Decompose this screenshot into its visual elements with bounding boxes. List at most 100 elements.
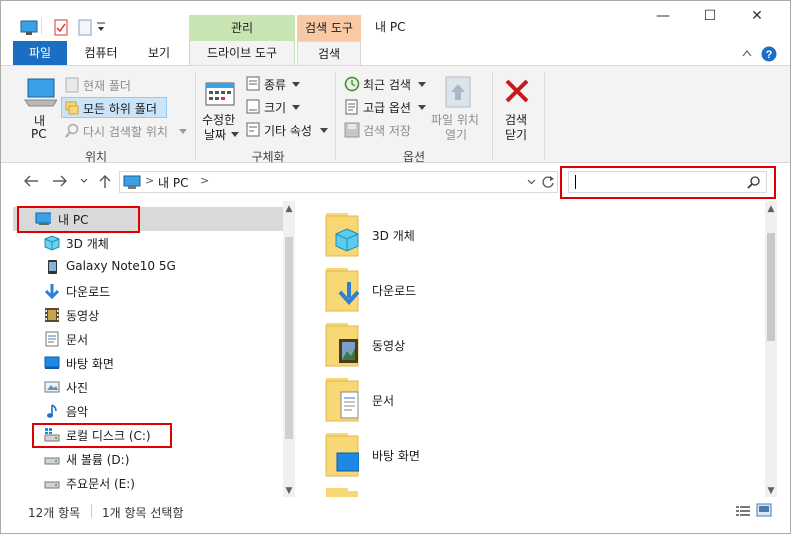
nav-scroll-thumb[interactable]	[285, 237, 293, 439]
content-scrollbar[interactable]: ▲ ▼	[765, 201, 777, 497]
current-folder-button[interactable]: 현재 폴더	[83, 77, 131, 94]
subfolders-icon	[65, 101, 79, 115]
up-arrow-icon[interactable]	[98, 173, 112, 189]
close-search-line2[interactable]: 닫기	[505, 126, 527, 143]
nav-item-galaxy-note10[interactable]: Galaxy Note10 5G	[13, 255, 283, 279]
open-file-location-line2[interactable]: 열기	[445, 126, 467, 143]
music-icon	[47, 404, 57, 418]
address-dropdown-icon[interactable]	[527, 179, 536, 185]
drive-icon	[44, 457, 60, 465]
status-selected-count: 1개 항목 선택함	[102, 506, 184, 520]
nav-label: 새 볼륨 (D:)	[66, 453, 130, 467]
downloads-folder-icon	[325, 268, 359, 312]
back-arrow-icon[interactable]	[23, 174, 39, 188]
group-label-options: 옵션	[402, 150, 426, 164]
recent-searches-dropdown-icon	[418, 82, 426, 87]
folder-item-documents[interactable]: 문서	[301, 376, 601, 426]
refresh-icon[interactable]	[541, 175, 555, 189]
status-bar: 12개 항목 1개 항목 선택함	[1, 498, 790, 524]
folder-item-3d-objects[interactable]: 3D 개체	[301, 211, 601, 261]
window-title: 내 PC	[375, 20, 406, 34]
content-scroll-up-icon[interactable]: ▲	[765, 203, 777, 215]
nav-item-new-volume-d[interactable]: 새 볼륨 (D:)	[13, 447, 283, 471]
advanced-options-dropdown-icon	[418, 105, 426, 110]
group-label-location: 위치	[84, 150, 108, 164]
open-file-location-icon	[445, 76, 471, 108]
current-folder-icon	[65, 77, 79, 93]
download-icon	[44, 284, 60, 299]
size-button[interactable]: 크기	[264, 99, 286, 116]
kind-button[interactable]: 종류	[264, 76, 286, 93]
videos-folder-icon	[325, 323, 359, 367]
large-icons-view-icon[interactable]	[756, 503, 772, 517]
tab-search[interactable]: 검색	[297, 41, 361, 65]
folder-item-downloads[interactable]: 다운로드	[301, 266, 601, 316]
document-icon	[45, 331, 59, 347]
forward-arrow-icon[interactable]	[52, 174, 68, 188]
all-subfolders-button[interactable]: 모든 하위 폴더	[83, 100, 157, 117]
tab-computer[interactable]: 컴퓨터	[73, 41, 129, 65]
date-modified-line2[interactable]: 날짜	[204, 126, 226, 143]
nav-item-3d-objects[interactable]: 3D 개체	[13, 231, 283, 255]
collapse-ribbon-icon[interactable]	[742, 49, 752, 57]
nav-scrollbar[interactable]: ▲ ▼	[283, 201, 295, 497]
nav-item-pictures[interactable]: 사진	[13, 375, 283, 399]
recent-searches-icon	[344, 76, 360, 92]
details-view-icon[interactable]	[735, 504, 751, 518]
properties-icon[interactable]	[54, 19, 68, 36]
desktop-icon	[44, 356, 60, 369]
drive-icon	[44, 481, 60, 489]
video-icon	[45, 308, 59, 322]
help-icon[interactable]: ?	[761, 46, 777, 62]
folder-item-videos[interactable]: 동영상	[301, 321, 601, 371]
calendar-icon[interactable]	[205, 79, 235, 107]
folder-label: 동영상	[372, 339, 406, 353]
3d-objects-folder-icon	[325, 213, 359, 257]
address-bar[interactable]: > 내 PC >	[119, 171, 558, 193]
documents-folder-icon	[325, 378, 359, 422]
folder-item-partial[interactable]	[301, 486, 601, 497]
this-pc-button-line2[interactable]: PC	[31, 127, 47, 141]
save-search-button[interactable]: 검색 저장	[363, 122, 411, 139]
folder-label: 바탕 화면	[372, 449, 420, 463]
recent-searches-button[interactable]: 최근 검색	[363, 76, 411, 93]
nav-item-music[interactable]: 음악	[13, 399, 283, 423]
customize-qat-icon[interactable]	[96, 21, 106, 33]
folder-item-desktop[interactable]: 바탕 화면	[301, 431, 601, 481]
nav-item-desktop[interactable]: 바탕 화면	[13, 351, 283, 375]
qat-separator	[41, 17, 42, 35]
other-properties-button[interactable]: 기타 속성	[264, 122, 312, 139]
close-search-icon[interactable]	[504, 78, 530, 104]
nav-item-downloads[interactable]: 다운로드	[13, 279, 283, 303]
address-trailing-separator[interactable]: >	[200, 174, 209, 187]
search-again-in-button[interactable]: 다시 검색할 위치	[83, 123, 168, 140]
content-pane: 3D 개체 다운로드 동영상 문서 바탕 화면	[301, 201, 779, 497]
content-scroll-down-icon[interactable]: ▼	[765, 485, 777, 497]
content-scroll-thumb[interactable]	[767, 233, 775, 341]
ribbon: 내 PC 현재 폴더 모든 하위 폴더 다시 검색할 위치 위치 수정한 날짜	[1, 65, 790, 164]
tab-drive-tools[interactable]: 드라이브 도구	[189, 41, 295, 65]
nav-item-videos[interactable]: 동영상	[13, 303, 283, 327]
advanced-options-button[interactable]: 고급 옵션	[363, 99, 411, 116]
this-pc-large-icon[interactable]	[23, 76, 57, 110]
address-location-this-pc[interactable]: 내 PC	[158, 174, 188, 191]
nav-label: 바탕 화면	[66, 357, 114, 371]
3d-objects-icon	[44, 235, 60, 251]
computer-icon[interactable]	[20, 20, 38, 36]
maximize-button[interactable]: ☐	[687, 1, 733, 33]
local-disk-highlight	[32, 423, 172, 448]
navigation-pane: 내 PC 3D 개체 Galaxy Note10 5G 다운로드 동영상 문서 …	[13, 201, 295, 497]
address-separator[interactable]: >	[145, 174, 154, 187]
nav-scroll-up-icon[interactable]: ▲	[283, 203, 295, 215]
nav-item-main-docs-e[interactable]: 주요문서 (E:)	[13, 471, 283, 495]
nav-scroll-down-icon[interactable]: ▼	[283, 485, 295, 497]
recent-locations-chevron-icon[interactable]	[80, 178, 88, 184]
nav-item-documents[interactable]: 문서	[13, 327, 283, 351]
new-folder-icon[interactable]	[78, 19, 92, 36]
minimize-button[interactable]: —	[640, 1, 686, 33]
tab-view[interactable]: 보기	[135, 41, 183, 65]
tab-file[interactable]: 파일	[13, 41, 67, 65]
status-item-count: 12개 항목	[28, 506, 81, 520]
close-button[interactable]: ✕	[734, 1, 780, 33]
ribbon-tab-row: 파일 컴퓨터 보기 드라이브 도구 검색 ?	[1, 41, 790, 65]
